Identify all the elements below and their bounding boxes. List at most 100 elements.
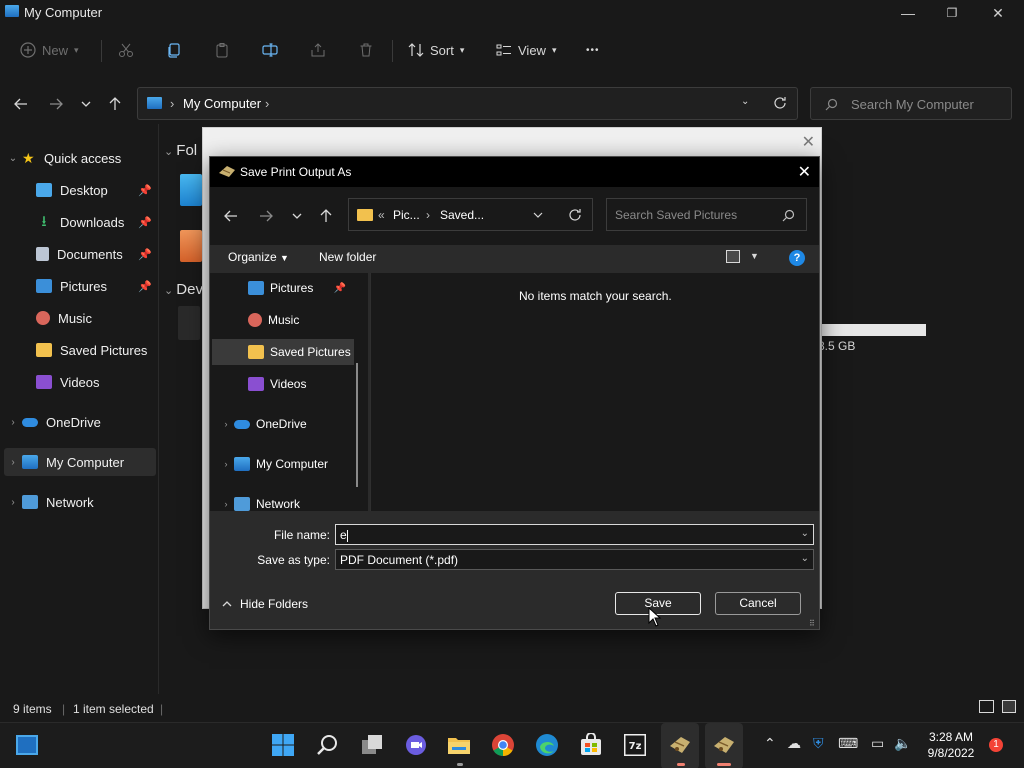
- chevron-down-icon[interactable]: ⌄: [4, 153, 22, 164]
- new-folder-button[interactable]: New folder: [319, 250, 376, 264]
- edge-icon[interactable]: [535, 733, 559, 757]
- chevron-right-icon[interactable]: ›: [218, 459, 234, 469]
- file-explorer-icon[interactable]: [447, 733, 471, 757]
- minimize-button[interactable]: —: [885, 0, 931, 26]
- windows-start-icon[interactable]: [271, 733, 295, 757]
- chevron-down-icon[interactable]: [533, 211, 543, 219]
- close-button[interactable]: ✕: [975, 0, 1021, 26]
- keyboard-icon[interactable]: ⌨: [838, 735, 858, 752]
- chevron-right-icon[interactable]: ›: [218, 499, 234, 509]
- address-dropdown-icon[interactable]: ⌄: [741, 96, 749, 107]
- pane-divider[interactable]: [158, 124, 159, 694]
- cut-button[interactable]: [118, 38, 134, 62]
- chevron-right-icon[interactable]: ›: [4, 457, 22, 468]
- pin-icon[interactable]: 📌: [138, 184, 152, 197]
- chevron-down-icon[interactable]: ⌄: [801, 528, 809, 539]
- task-view-icon[interactable]: [360, 733, 384, 757]
- nav-item-downloads[interactable]: ⭳ Downloads 📌: [4, 208, 156, 236]
- address-bar[interactable]: › My Computer › ⌄: [137, 87, 798, 120]
- nav-item-documents[interactable]: Documents 📌: [4, 240, 156, 268]
- nav-item-videos[interactable]: Videos: [4, 368, 156, 396]
- chat-icon[interactable]: [404, 733, 428, 757]
- copy-button[interactable]: [166, 38, 182, 62]
- new-button[interactable]: New ▾: [20, 38, 79, 62]
- view-options-dropdown-icon[interactable]: ▼: [750, 251, 759, 261]
- network-status-icon[interactable]: ▭: [871, 735, 884, 752]
- search-icon[interactable]: [316, 733, 340, 757]
- change-view-icon[interactable]: [726, 250, 740, 263]
- up-button[interactable]: [314, 204, 338, 228]
- maximize-button[interactable]: ❐: [929, 0, 975, 26]
- security-shield-icon[interactable]: ⛨: [813, 735, 824, 752]
- paste-button[interactable]: [214, 38, 230, 62]
- search-box[interactable]: Search My Computer: [810, 87, 1012, 120]
- tree-item-network[interactable]: › Network: [212, 491, 350, 511]
- view-button[interactable]: View ▾: [496, 38, 556, 62]
- forward-button[interactable]: [44, 92, 68, 116]
- breadcrumb-pictures[interactable]: Pic...: [393, 208, 420, 222]
- nav-item-pictures[interactable]: Pictures 📌: [4, 272, 156, 300]
- pin-icon[interactable]: 📌: [138, 280, 152, 293]
- tree-item-pictures[interactable]: Pictures 📌: [212, 275, 350, 301]
- tree-item-videos[interactable]: Videos: [212, 371, 350, 397]
- back-button[interactable]: [219, 204, 243, 228]
- resize-grip-icon[interactable]: ⠿: [809, 619, 817, 628]
- store-icon[interactable]: [579, 733, 603, 757]
- breadcrumb-saved-pictures[interactable]: Saved...: [440, 208, 484, 222]
- folder-icon[interactable]: [180, 230, 202, 262]
- 7zip-icon[interactable]: 7z: [623, 733, 647, 757]
- share-button[interactable]: [310, 38, 326, 62]
- recent-locations-button[interactable]: [285, 204, 309, 228]
- dialog-address-bar[interactable]: « Pic... › Saved...: [348, 198, 593, 231]
- nav-item-desktop[interactable]: Desktop 📌: [4, 176, 156, 204]
- sort-button[interactable]: Sort ▾: [408, 38, 464, 62]
- tree-item-saved-pictures[interactable]: Saved Pictures: [212, 339, 354, 365]
- tiles-view-icon[interactable]: [1002, 700, 1016, 713]
- cancel-button[interactable]: Cancel: [715, 592, 801, 615]
- nav-item-music[interactable]: Music: [4, 304, 156, 332]
- folder-icon[interactable]: [180, 174, 202, 206]
- refresh-icon[interactable]: [568, 208, 582, 222]
- nav-item-quick-access[interactable]: ⌄ ★ Quick access: [4, 144, 156, 172]
- nav-item-onedrive[interactable]: › OneDrive: [4, 408, 156, 436]
- refresh-icon[interactable]: [773, 96, 787, 110]
- nav-item-my-computer[interactable]: › My Computer: [4, 448, 156, 476]
- up-button[interactable]: [103, 92, 127, 116]
- help-icon[interactable]: ?: [789, 250, 805, 266]
- tree-item-onedrive[interactable]: › OneDrive: [212, 411, 350, 437]
- tree-scrollbar[interactable]: [356, 363, 358, 487]
- delete-button[interactable]: [358, 38, 374, 62]
- section-header-folders[interactable]: ⌄ Fol: [164, 142, 197, 159]
- back-button[interactable]: [9, 92, 33, 116]
- file-name-input[interactable]: e ⌄: [335, 524, 814, 545]
- dialog-search-box[interactable]: Search Saved Pictures: [606, 198, 807, 231]
- widgets-icon[interactable]: [16, 735, 38, 755]
- details-view-icon[interactable]: [979, 700, 994, 713]
- show-hidden-icons-icon[interactable]: ⌃: [764, 735, 776, 752]
- path-overflow[interactable]: «: [378, 208, 385, 222]
- pin-icon[interactable]: 📌: [138, 216, 152, 229]
- rename-button[interactable]: [262, 38, 278, 62]
- volume-icon[interactable]: 🔈: [894, 735, 911, 752]
- more-options-button[interactable]: •••: [586, 38, 600, 62]
- chevron-right-icon[interactable]: ›: [4, 417, 22, 428]
- chevron-right-icon[interactable]: ›: [218, 419, 234, 429]
- dialog-file-list[interactable]: No items match your search.: [370, 273, 819, 511]
- printer-app-icon[interactable]: [712, 733, 736, 757]
- pin-icon[interactable]: 📌: [138, 248, 152, 261]
- dialog-close-button[interactable]: ✕: [798, 162, 811, 182]
- hide-folders-button[interactable]: Hide Folders: [222, 597, 308, 611]
- cloud-sync-icon[interactable]: ☁: [787, 735, 801, 752]
- chrome-icon[interactable]: [491, 733, 515, 757]
- organize-button[interactable]: Organize ▼: [228, 250, 289, 264]
- tree-item-my-computer[interactable]: › My Computer: [212, 451, 350, 477]
- breadcrumb-my-computer[interactable]: My Computer: [183, 96, 261, 111]
- nav-item-network[interactable]: › Network: [4, 488, 156, 516]
- drive-icon[interactable]: [178, 306, 200, 340]
- pin-icon[interactable]: 📌: [334, 283, 346, 294]
- save-as-type-select[interactable]: PDF Document (*.pdf) ⌄: [335, 549, 814, 570]
- chevron-down-icon[interactable]: ⌄: [801, 553, 809, 564]
- system-clock[interactable]: 3:28 AM 9/8/2022: [925, 729, 977, 761]
- tree-item-music[interactable]: Music: [212, 307, 350, 333]
- close-icon[interactable]: ✕: [802, 132, 815, 152]
